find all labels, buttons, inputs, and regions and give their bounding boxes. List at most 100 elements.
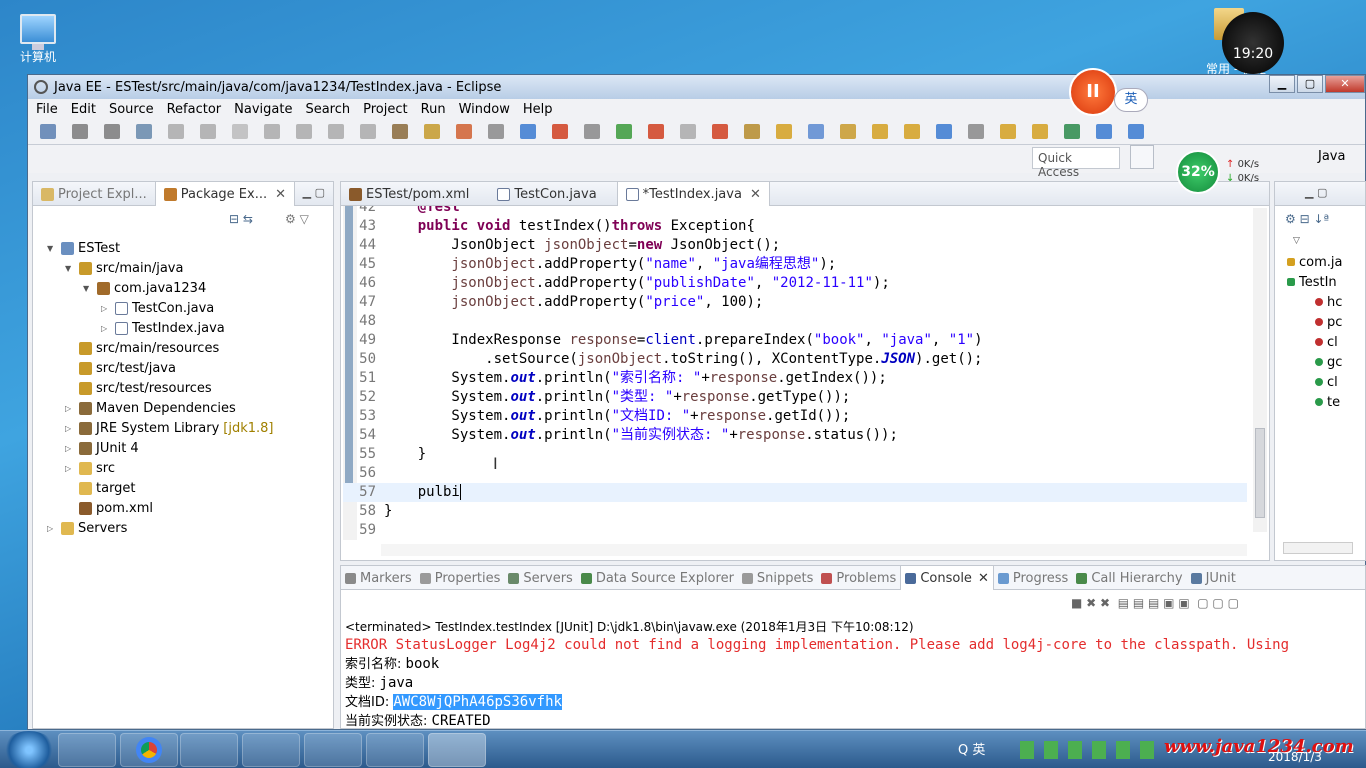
toolbar-button-icon[interactable] — [1096, 124, 1112, 139]
toolbar-button-icon[interactable] — [1128, 124, 1144, 139]
toolbar-button-icon[interactable] — [680, 124, 696, 139]
tree-item[interactable]: target — [65, 478, 136, 498]
minimize-button[interactable]: ▁ — [1269, 75, 1295, 93]
toolbar-button-icon[interactable] — [392, 124, 408, 139]
ime-indicator[interactable]: 英 — [1114, 88, 1148, 112]
title-bar[interactable]: Java EE - ESTest/src/main/java/com/java1… — [28, 75, 1365, 99]
menu-project[interactable]: Project — [363, 102, 407, 117]
tree-twisty-icon[interactable]: ▷ — [47, 524, 57, 533]
menu-run[interactable]: Run — [421, 102, 446, 117]
close-button[interactable]: ✕ — [1325, 75, 1365, 93]
tab-markers[interactable]: Markers — [341, 566, 416, 590]
tree-item[interactable]: ▷ TestIndex.java — [101, 318, 225, 338]
tray-icons[interactable] — [1020, 741, 1160, 759]
toolbar-button-icon[interactable] — [520, 124, 536, 139]
outline-item[interactable]: com.ja — [1287, 252, 1342, 272]
outline-collapse-icon[interactable]: ▽ — [1293, 236, 1300, 246]
taskbar-app-wps[interactable] — [242, 733, 300, 767]
network-speed-widget[interactable]: 32% — [1176, 150, 1220, 194]
java-perspective-button[interactable]: Java — [1318, 149, 1345, 164]
tree-twisty-icon[interactable]: ▷ — [65, 464, 75, 473]
toolbar-button-icon[interactable] — [328, 124, 344, 139]
taskbar-app-notepad[interactable] — [366, 733, 424, 767]
toolbar-button-icon[interactable] — [744, 124, 760, 139]
taskbar-app-eclipse[interactable] — [428, 733, 486, 767]
tab-pom-xml[interactable]: ESTest/pom.xml — [341, 182, 477, 206]
tree-item[interactable]: ▷ Servers — [47, 518, 127, 538]
tab-testindex[interactable]: *TestIndex.java ✕ — [616, 182, 770, 206]
menu-file[interactable]: File — [36, 102, 58, 117]
tree-twisty-icon[interactable]: ▷ — [65, 424, 75, 433]
start-button[interactable] — [2, 731, 56, 768]
menu-search[interactable]: Search — [305, 102, 350, 117]
tree-item[interactable]: src/test/resources — [65, 378, 212, 398]
toolbar-button-icon[interactable] — [136, 124, 152, 139]
tree-item[interactable]: ▼ ESTest — [47, 238, 120, 258]
tree-twisty-icon[interactable]: ▼ — [65, 264, 75, 273]
tab-properties[interactable]: Properties — [416, 566, 505, 590]
open-perspective-button[interactable] — [1130, 145, 1154, 169]
toolbar-button-icon[interactable] — [72, 124, 88, 139]
tree-twisty-icon[interactable]: ▼ — [83, 284, 93, 293]
outline-item[interactable]: pc — [1315, 312, 1342, 332]
toolbar-button-icon[interactable] — [584, 124, 600, 139]
outline-item[interactable]: cl — [1315, 332, 1338, 352]
toolbar-button-icon[interactable] — [360, 124, 376, 139]
tree-item[interactable]: ▷ src — [65, 458, 115, 478]
taskbar-app-chrome[interactable] — [120, 733, 178, 767]
taskbar-app-snail[interactable] — [304, 733, 362, 767]
toolbar-button-icon[interactable] — [808, 124, 824, 139]
toolbar-button-icon[interactable] — [936, 124, 952, 139]
tree-twisty-icon[interactable]: ▷ — [65, 404, 75, 413]
tab-call-hierarchy[interactable]: Call Hierarchy — [1072, 566, 1186, 590]
tree-item[interactable]: src/test/java — [65, 358, 176, 378]
menu-refactor[interactable]: Refactor — [167, 102, 222, 117]
tab-data-source-explorer[interactable]: Data Source Explorer — [577, 566, 738, 590]
tree-twisty-icon[interactable]: ▷ — [101, 304, 111, 313]
tree-item[interactable]: ▷ Maven Dependencies — [65, 398, 236, 418]
outline-item[interactable]: te — [1315, 392, 1340, 412]
outline-item[interactable]: cl — [1315, 372, 1338, 392]
toolbar-button-icon[interactable] — [776, 124, 792, 139]
toolbar-button-icon[interactable] — [904, 124, 920, 139]
tab-snippets[interactable]: Snippets — [738, 566, 817, 590]
view-menu-icon[interactable]: ⚙ ▽ — [285, 212, 309, 226]
console-toolbar-icons[interactable]: ■ ✖ ✖ ▤ ▤ ▤ ▣ ▣ ▢ ▢ ▢ — [1071, 596, 1239, 610]
toolbar-button-icon[interactable] — [232, 124, 248, 139]
menu-window[interactable]: Window — [459, 102, 510, 117]
console-output[interactable]: ERROR StatusLogger Log4j2 could not find… — [345, 636, 1365, 728]
menu-source[interactable]: Source — [109, 102, 154, 117]
toolbar-button-icon[interactable] — [200, 124, 216, 139]
tree-item[interactable]: ▷ TestCon.java — [101, 298, 214, 318]
toolbar-button-icon[interactable] — [648, 124, 664, 139]
tab-testcon[interactable]: TestCon.java — [489, 182, 604, 206]
toolbar-button-icon[interactable] — [712, 124, 728, 139]
toolbar-button-icon[interactable] — [296, 124, 312, 139]
outline-item[interactable]: hc — [1315, 292, 1342, 312]
tab-servers[interactable]: Servers — [504, 566, 576, 590]
collapse-all-icon[interactable]: ⊟ ⇆ — [229, 212, 253, 226]
toolbar-button-icon[interactable] — [1064, 124, 1080, 139]
tree-twisty-icon[interactable]: ▷ — [65, 444, 75, 453]
menu-navigate[interactable]: Navigate — [234, 102, 292, 117]
outline-item[interactable]: TestIn — [1287, 272, 1337, 292]
toolbar-button-icon[interactable] — [104, 124, 120, 139]
tab-progress[interactable]: Progress — [994, 566, 1072, 590]
close-tab-icon[interactable]: ✕ — [275, 187, 286, 202]
outline-scrollbar[interactable] — [1283, 542, 1353, 554]
tree-twisty-icon[interactable]: ▷ — [101, 324, 111, 333]
tray-ime[interactable]: Q 英 — [958, 739, 985, 758]
menu-help[interactable]: Help — [523, 102, 553, 117]
tree-item[interactable]: ▼ src/main/java — [65, 258, 183, 278]
toolbar-button-icon[interactable] — [488, 124, 504, 139]
tree-item[interactable]: ▷ JRE System Library [jdk1.8] — [65, 418, 274, 438]
toolbar-button-icon[interactable] — [264, 124, 280, 139]
minimize-view-icon[interactable]: ▁ ▢ — [303, 186, 325, 199]
scroll-thumb[interactable] — [1255, 428, 1265, 518]
outline-minmax-icon[interactable]: ▁ ▢ — [1305, 186, 1327, 199]
toolbar-button-icon[interactable] — [872, 124, 888, 139]
desktop-computer-icon[interactable]: 计算机 — [12, 14, 64, 65]
tab-junit[interactable]: JUnit — [1187, 566, 1240, 590]
record-pause-button[interactable]: II — [1069, 68, 1117, 116]
tab-console[interactable]: Console ✕ — [900, 566, 994, 590]
